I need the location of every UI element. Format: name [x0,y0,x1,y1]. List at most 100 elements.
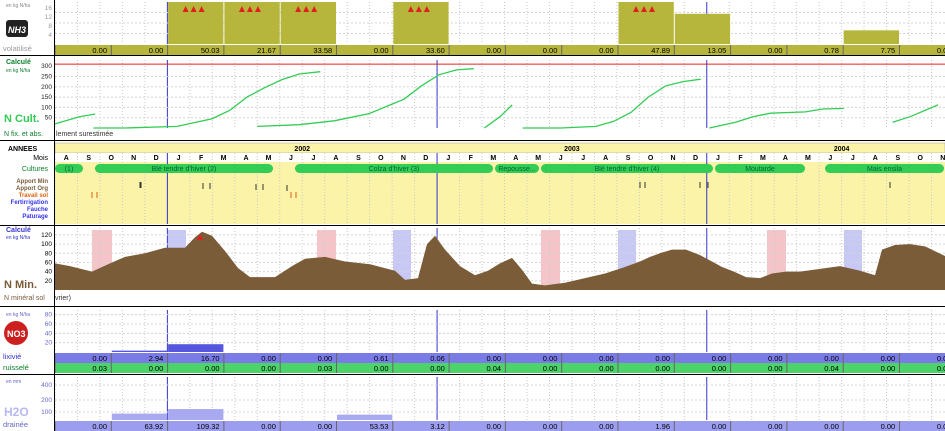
calendar-month-label: M [805,155,811,162]
no3-unit: en kg N/ha [6,312,30,318]
lix-value: 2.94 [149,354,164,363]
calendar-month-label: O [108,155,114,162]
no3-icon-label: NO3 [7,329,26,339]
calendar-month-label: A [603,155,608,162]
ruis-value: 0.00 [599,364,614,373]
calendar-row-label: Cultures [22,166,49,173]
calendar-month-label: M [221,155,227,162]
no3-tick: 40 [45,330,53,337]
lix-value: 0.00 [543,354,558,363]
ncult-tick: 100 [41,104,52,111]
calendar-month-label: N [940,155,945,162]
nmin-tick: 60 [45,259,53,266]
ncult-label: N Cult. [4,113,39,125]
nmin-sol-label: N minéral sol [4,295,45,302]
drain-value: 109.32 [197,422,220,431]
nmin-tick: 100 [41,241,52,248]
calendar-month-label: A [333,155,338,162]
drain-value: 0.00 [937,422,945,431]
volat-value: 33.60 [426,46,445,55]
ruis-value: 0.03 [318,364,333,373]
nmin-label: N Min. [4,279,37,291]
calendar-month-label: J [177,155,181,162]
ruis-value: 0.00 [768,364,783,373]
calendar-month-label: A [873,155,878,162]
volat-value: 47.89 [651,46,670,55]
ncult-series-line [54,113,96,125]
calendar-month-label: O [648,155,654,162]
drain-value: 0.00 [543,422,558,431]
nmin-sol-note: vrier) [55,295,71,302]
lix-value: 0.00 [318,354,333,363]
ncult-series-line [93,71,321,129]
volat-bar [618,2,674,44]
calendar-month-label: F [469,155,474,162]
volat-bar [224,2,280,44]
ruis-value: 0.04 [824,364,839,373]
volat-value: 0.00 [149,46,164,55]
calendar-month-label: J [851,155,855,162]
calendar-month-label: J [446,155,450,162]
calendar-month-label: D [154,155,159,162]
volat-tick: 4 [48,32,52,39]
drain-value: 0.00 [92,422,107,431]
ncult-fix-label: N fix. et abs. [4,131,43,138]
calendar-month-label: M [535,155,541,162]
ncult-tick: 250 [41,73,52,80]
ruis-value: 0.00 [543,364,558,373]
lix-value: 0.00 [712,354,727,363]
calendar-years-header: ANNEES [8,146,38,153]
nmin-area [55,231,945,290]
calendar-month-label: A [513,155,518,162]
volat-value: 0.00 [543,46,558,55]
calendar-row-label: Fauche [27,207,49,213]
calendar-month-label: D [423,155,428,162]
drain-value: 63.92 [145,422,164,431]
calendar-month-label: A [783,155,788,162]
calendar-month-label: N [131,155,136,162]
ruis-value: 0.00 [937,364,945,373]
crop-label: Blé tendre d'hiver (2) [152,166,217,173]
crop-label: Colza d'hiver (3) [369,166,420,173]
calendar-month-label: M [266,155,272,162]
volat-bar [843,30,899,44]
calendar-month-label: S [895,155,900,162]
h2o-tick: 200 [41,397,52,404]
calendar-month-label: J [581,155,585,162]
ruis-value: 0.00 [149,364,164,373]
lix-value: 0.00 [261,354,276,363]
calendar-month-label: D [693,155,698,162]
crop-label: Mais ensila [867,166,902,173]
volat-value: 0.00 [92,46,107,55]
drain-value: 0.00 [261,422,276,431]
nmin-unit: en kg N/ha [6,235,30,241]
calendar-years-row [54,142,945,154]
volat-value: 0.00 [599,46,614,55]
volat-unit: en kg N/ha [6,3,30,9]
drain-value: 0.00 [768,422,783,431]
ruis-value: 0.00 [374,364,389,373]
calendar-row-label: Apport Min [16,179,48,185]
lix-bar [168,344,224,352]
calendar-month-label: O [378,155,384,162]
calendar-month-label: S [356,155,361,162]
h2o-tick: 100 [41,409,52,416]
calendar-month-label: F [738,155,743,162]
volat-value: 50.03 [201,46,220,55]
calendar-row-label: Travail sol [19,193,49,199]
calendar-row-label: Paturage [22,214,48,220]
calendar-month-label: A [64,155,69,162]
no3-tick: 60 [45,321,53,328]
drain-value: 3.12 [430,422,445,431]
ncult-unit: en kg N/ha [6,68,30,74]
crop-simulation-chart: en kg N/ha NH3 16 12 8 4 volatilisé 0.00 0.00 50.… [0,0,945,431]
calendar-month-label: N [671,155,676,162]
nmin-title: Calculé [6,227,31,234]
crop-label: Moutarde [745,166,775,173]
drain-value: 0.00 [881,422,896,431]
h2o-tick: 400 [41,382,52,389]
nmin-tick: 80 [45,250,53,257]
ncult-title: Calculé [6,59,31,66]
drain-value: 0.00 [318,422,333,431]
drain-value: 1.96 [655,422,670,431]
